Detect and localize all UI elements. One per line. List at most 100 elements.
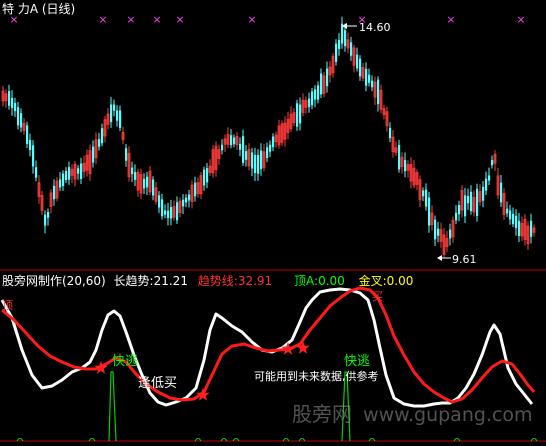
watermark-url: www.gupang.com [363, 404, 533, 426]
candle-body-down [485, 178, 488, 191]
candle-body-down [266, 147, 269, 159]
candle-body-down [101, 128, 104, 144]
price-candles [1, 16, 536, 259]
candle-body-down [152, 179, 155, 196]
top-a-item: 顶A:0.00 [294, 274, 349, 288]
low-price-label: 9.61 [452, 253, 477, 266]
candle-body-down [482, 186, 485, 201]
watermark-cn: 股旁网 [292, 402, 352, 426]
top-signal-left: 顶 [2, 299, 13, 312]
candle-body-down [254, 154, 257, 174]
candle-body-down [500, 182, 503, 203]
candle-body-down [296, 103, 299, 127]
candle-body-down [65, 170, 68, 181]
candle-body-down [92, 146, 95, 163]
candle-body-down [119, 110, 122, 128]
candle-body-down [158, 195, 161, 208]
candle-body-down [53, 185, 56, 200]
candle-body-down [194, 182, 197, 197]
candle-body-down [530, 220, 533, 237]
candle-body-down [422, 190, 425, 197]
candle-body-down [47, 211, 50, 218]
candle-body-down [167, 210, 170, 219]
candle-body-down [509, 210, 512, 220]
high-price-annotation: 14.60 [342, 21, 391, 34]
candle-body-down [515, 215, 518, 229]
candle-body-down [458, 205, 461, 215]
candle-body-down [245, 151, 248, 160]
candle-body-down [518, 220, 521, 236]
candle-body-down [32, 145, 35, 167]
candle-body-down [176, 202, 179, 221]
candle-body-down [164, 210, 167, 215]
watermark: 股旁网 www.gupang.com [292, 398, 533, 427]
high-price-label: 14.60 [359, 21, 391, 34]
candle-body-down [68, 167, 71, 180]
candle-body-down [170, 207, 173, 219]
candle-body-down [470, 191, 473, 212]
signal-star [196, 388, 210, 401]
candle-body-down [17, 107, 20, 126]
buy-signal-right: 买 [372, 290, 383, 303]
candle-body-down [317, 85, 320, 100]
stock-name: 特 力A [2, 2, 39, 16]
candle-body-down [404, 159, 407, 172]
candle-body-down [371, 80, 374, 88]
candle-body-down [449, 229, 452, 239]
top-a-value: 0.00 [318, 274, 345, 288]
candle-body-down [269, 144, 272, 152]
candle-body-down [221, 144, 224, 151]
indicator-name: 股旁网制作(20,60) [2, 274, 106, 288]
long-trend-label: 长趋势: [113, 274, 154, 288]
signal-star [281, 342, 295, 355]
candle-body-down [434, 219, 437, 240]
candle-body-down [62, 173, 65, 187]
trend-line-item: 趋势线:32.91 [198, 274, 276, 288]
candle-body-down [113, 104, 116, 111]
candle-body-down [110, 104, 113, 123]
candle-body-down [161, 199, 164, 217]
golden-cross-value: 0.00 [386, 274, 414, 288]
candle-body-down [14, 103, 17, 112]
period-label: (日线) [41, 2, 76, 16]
candle-body-down [20, 113, 23, 128]
candle-body-down [467, 195, 470, 204]
candle-body-down [455, 212, 458, 221]
trend-line-label: 趋势线: [197, 274, 238, 288]
candle-body-down [257, 155, 260, 174]
candle-body-down [59, 179, 62, 188]
candle-body-down [230, 135, 233, 146]
candle-body-down [365, 68, 368, 86]
escape-signal-1: 快逃 [112, 354, 139, 369]
window-title: 特 力A (日线) [2, 2, 75, 16]
candle-body-down [335, 43, 338, 62]
candle-body-down [131, 167, 134, 175]
candle-body-down [428, 197, 431, 226]
marker-x: × [126, 13, 135, 26]
candle-body-down [359, 58, 362, 77]
marker-x: × [152, 13, 161, 26]
candle-body-down [320, 73, 323, 95]
top-markers: × × × × × × × × × [9, 13, 525, 26]
candle-body-down [326, 68, 329, 87]
escape-signal-2: 快逃 [344, 354, 371, 369]
candle-body-down [188, 194, 191, 201]
indicator-header: 股旁网制作(20,60) 长趋势:21.21 趋势线:32.91 顶A:0.00… [2, 274, 413, 288]
escape-spike [108, 371, 117, 442]
future-data-note: 可能用到未来数据,供参考 [254, 370, 379, 383]
candle-body-down [116, 110, 119, 121]
candle-body-down [233, 137, 236, 145]
long-trend-item: 长趋势:21.21 [114, 274, 192, 288]
golden-cross-item: 金叉:0.00 [359, 274, 414, 288]
candle-body-down [506, 208, 509, 214]
candle-body-down [77, 168, 80, 174]
candle-body-down [311, 91, 314, 106]
golden-cross-label: 金叉: [358, 274, 387, 288]
candle-body-down [146, 176, 149, 188]
candle-body-down [491, 160, 494, 166]
candle-body-down [512, 213, 515, 225]
candle-body-down [239, 143, 242, 150]
candle-body-down [476, 188, 479, 216]
low-arrow-head [437, 255, 442, 261]
candle-body-down [299, 104, 302, 124]
